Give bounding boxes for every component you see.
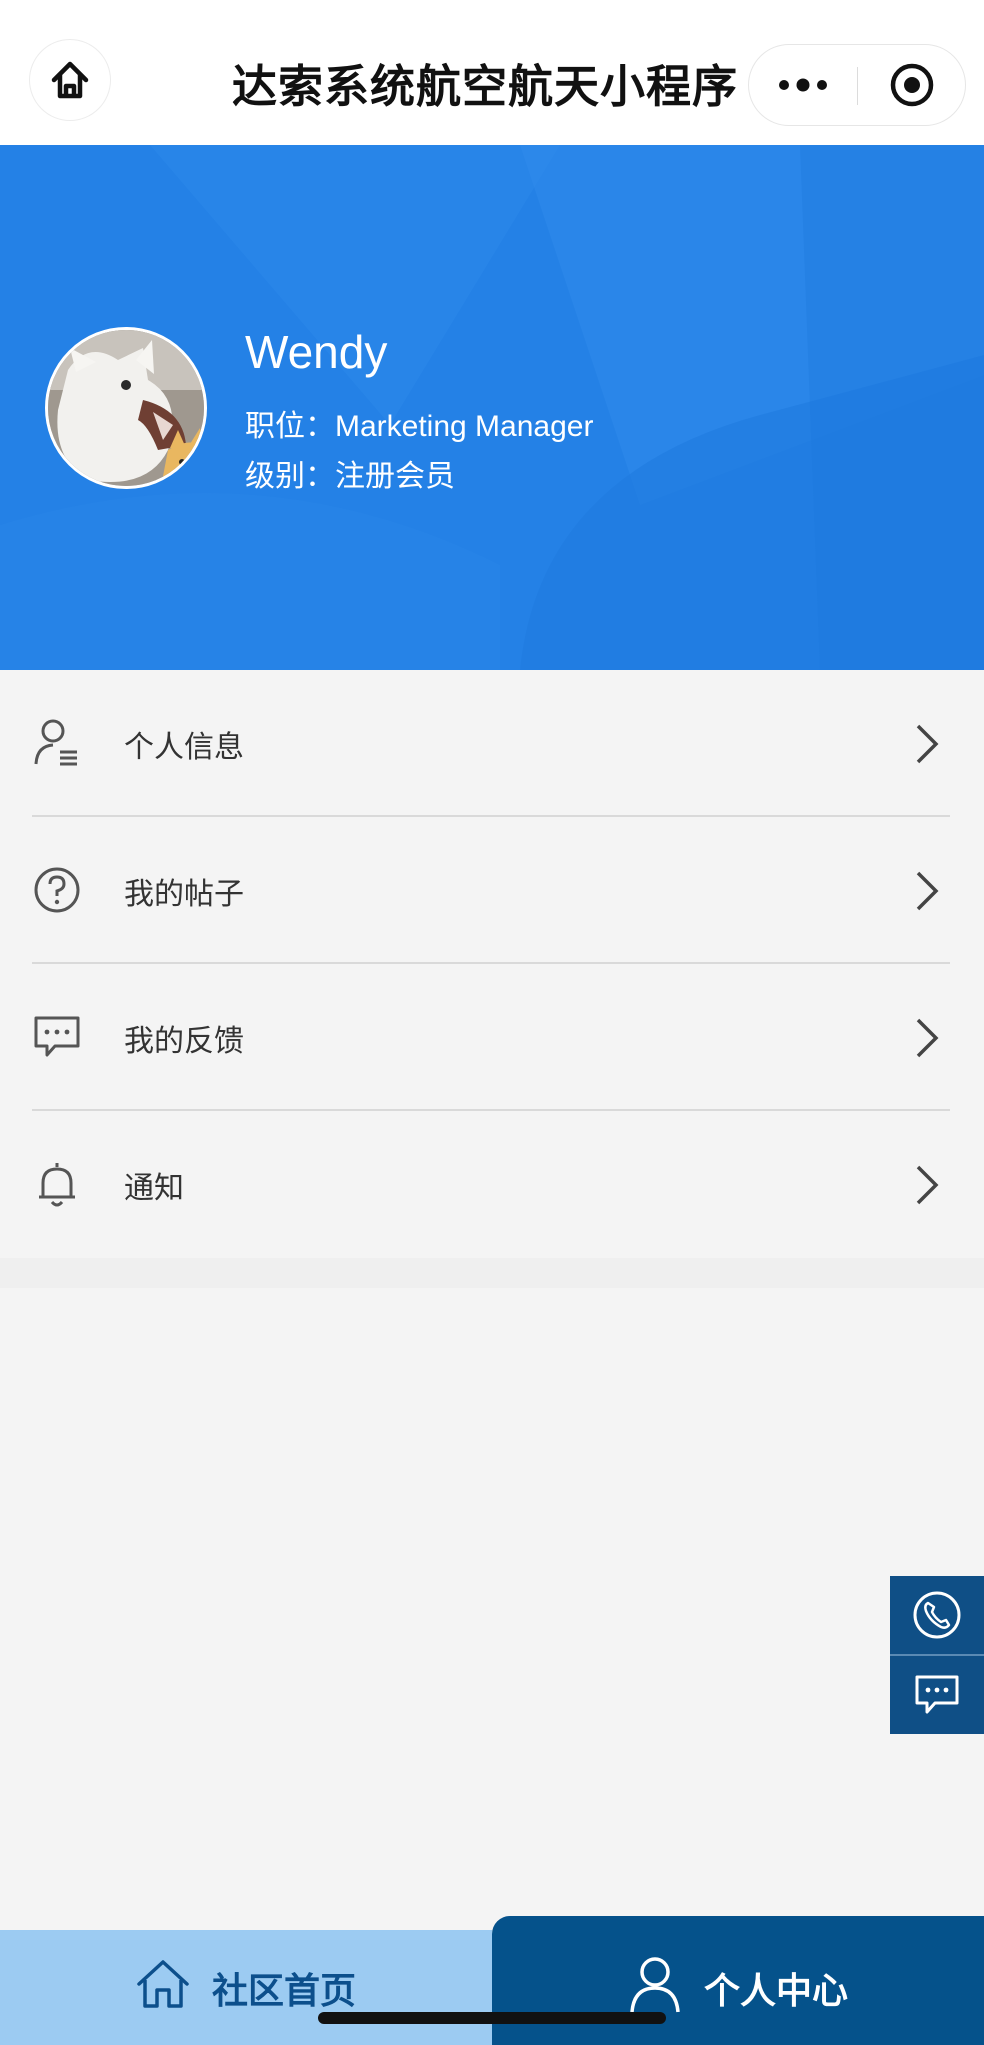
person-icon: [630, 1957, 680, 2013]
cat-photo: [48, 330, 204, 486]
chevron-right-icon: [916, 1165, 939, 1205]
menu-bottom-spacer: [0, 1258, 984, 1288]
chevron-right-icon: [916, 871, 939, 911]
menu-item-label: 通知: [124, 1171, 184, 1206]
level-label: 级别：: [245, 460, 335, 493]
message-icon: [915, 1675, 959, 1714]
avatar[interactable]: [45, 327, 207, 489]
home-button[interactable]: [30, 40, 110, 120]
tab-community-home[interactable]: 社区首页: [0, 1930, 492, 2045]
menu-item-my-posts[interactable]: 我的帖子: [0, 817, 984, 963]
menu-list: 个人信息 我的帖子 我的反馈 通知: [0, 670, 984, 1260]
page: 达索系统航空航天小程序 Wendy 职位：Marketing Manager 级…: [0, 0, 984, 2045]
menu-item-label: 我的反馈: [124, 1024, 244, 1059]
more-dots-icon: [779, 78, 827, 92]
home-icon: [51, 61, 89, 99]
tab-label: 个人中心: [704, 1971, 849, 2012]
position-label: 职位：: [245, 410, 335, 443]
user-level: 级别：注册会员: [245, 451, 455, 495]
message-button[interactable]: [890, 1656, 984, 1734]
bell-icon: [32, 1159, 82, 1209]
question-circle-icon: [32, 865, 82, 915]
user-list-icon: [32, 718, 82, 768]
position-value: Marketing Manager: [335, 410, 594, 443]
home-icon: [137, 1960, 189, 2008]
chat-bubble-icon: [32, 1012, 82, 1062]
menu-item-my-feedback[interactable]: 我的反馈: [0, 964, 984, 1110]
menu-item-label: 我的帖子: [124, 877, 244, 912]
app-title: 达索系统航空航天小程序: [231, 60, 738, 113]
user-name: Wendy: [245, 326, 388, 378]
target-circle-icon: [890, 63, 934, 107]
top-navigation-bar: 达索系统航空航天小程序: [0, 0, 984, 145]
home-indicator: [318, 2012, 666, 2024]
menu-item-label: 个人信息: [124, 730, 244, 765]
menu-item-notifications[interactable]: 通知: [0, 1111, 984, 1257]
user-position: 职位：Marketing Manager: [245, 401, 593, 445]
chevron-right-icon: [916, 1018, 939, 1058]
tab-label: 社区首页: [212, 1971, 357, 2012]
tab-personal-center[interactable]: 个人中心: [492, 1916, 984, 2045]
close-miniprogram-button[interactable]: [858, 45, 966, 125]
chevron-right-icon: [916, 724, 939, 764]
profile-header: Wendy 职位：Marketing Manager 级别：注册会员: [0, 145, 984, 670]
capsule-menu: [748, 44, 966, 126]
phone-button[interactable]: [890, 1576, 984, 1654]
level-value: 注册会员: [335, 460, 455, 493]
phone-icon: [913, 1591, 961, 1639]
more-button[interactable]: [749, 45, 857, 125]
menu-item-personal-info[interactable]: 个人信息: [0, 670, 984, 816]
